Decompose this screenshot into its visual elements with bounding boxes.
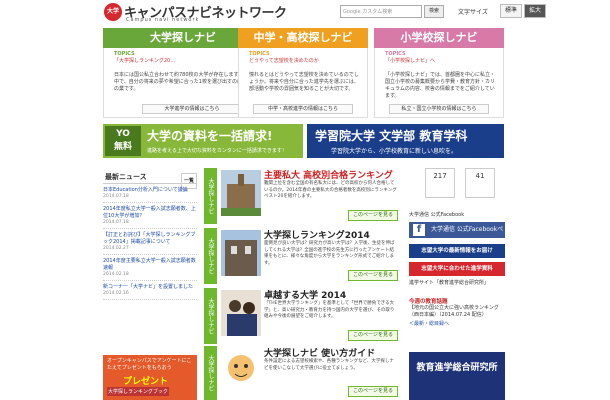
materials-link[interactable]: 志望大学に合わせた進学資料 [409, 262, 505, 276]
news-title[interactable]: 2014年度主要私立大学一般入試志願者数速報 [103, 258, 197, 272]
topics-label: TOPICS [385, 51, 406, 57]
feature-card: 大学探しナビ 卓越する大学 2014 「THE世界大学ランキング」を基準として「… [204, 288, 400, 344]
font-size-large-button[interactable]: 拡大 [524, 4, 546, 18]
news-title[interactable]: 【訂正とお詫び】「大学探しランキングブック2014」掲載記事について [103, 232, 197, 246]
feature-body: 「THE世界大学ランキング」を基準として「世界で勝負できる大学」と、高い研究力・… [264, 301, 395, 319]
feature-body: 難関上位を含む全国の有名私大には、どの高校から何人合格しているのか。2014年春… [264, 181, 397, 199]
feature-side-label: 大学探しナビ [204, 288, 217, 344]
banner-subtext: 進路を考える上で大切な資料をカンタンに一括請求できます！ [147, 148, 287, 154]
research-institute-banner[interactable]: 教育進学総合研究所 [409, 352, 505, 400]
banner-heading: 大学の資料を一括請求! [147, 129, 273, 143]
feature-body: 面倒見が良い大学は？研究力が高い大学は？入学後、生徒を伸ばしてくれる大学は？全国… [264, 241, 395, 266]
topic-link[interactable]: 「小学校探しナビ」へ [385, 58, 499, 65]
topic-desc: 「小学校探しナビ」では、首都圏を中心に私立・国立小学校の募集概要から学費・教育方… [385, 72, 496, 99]
nav-elementary-body: TOPICS 「小学校探しナビ」へ 「小学校探しナビ」では、首都圏を中心に私立・… [374, 48, 504, 118]
search-button[interactable]: 検索 [424, 5, 444, 18]
free-badge: YO 無料 [105, 126, 141, 156]
gakushuin-banner[interactable]: 学習院大学 文学部 教育学科 学習院大学から、小学校教育に新しい息吹を。 [307, 124, 504, 158]
highschool-info-link[interactable]: 中学・高校進学の情報はこちら [253, 104, 353, 114]
university-building-image [221, 170, 261, 216]
share-count[interactable]: 217 [425, 168, 455, 198]
like-count-value: 41 [475, 172, 485, 180]
feature-card: 大学探しナビ 大学探しランキング2014 面倒見が良い大学は？研究力が高い大学は… [204, 228, 400, 284]
font-size-standard-button[interactable]: 標準 [500, 4, 522, 18]
promo-cta: 大学探しランキングブック [107, 387, 169, 396]
feature-side-label: 大学探しナビ [204, 228, 217, 284]
promo-text: オープンキャンパスでアンケートにこたえてプレゼントをもらおう [107, 358, 192, 371]
badge-line1: YO [116, 129, 130, 139]
feature-body: 条件設定による志望校検索や、各種ランキングなど、大学探しナビを使いこなして大学選… [264, 359, 394, 371]
topic-link[interactable]: 「大学探しランキング20… [114, 58, 254, 65]
topics-label: TOPICS [249, 51, 270, 57]
badge-line2: 無料 [113, 142, 132, 152]
nav-highschool-title[interactable]: 中学・高校探しナビ [238, 28, 368, 48]
pickup-heading: 今週の教育話題 [409, 299, 448, 305]
topic-link[interactable]: どうやって志望校を決めたのか [249, 58, 363, 65]
logo-subtitle: Campus navi network [126, 17, 200, 23]
campus-image [221, 230, 261, 276]
view-page-button[interactable]: このページを見る [348, 270, 398, 281]
news-title[interactable]: 新コーナー「大学ナビ」を設置しました [103, 284, 197, 291]
feature-card: 大学探しナビ 大学探しナビ 使い方ガイド 条件設定による志望校検索や、各種ランキ… [204, 346, 400, 400]
feature-card: 大学探しナビ 主要私大 高校別合格ランキング 難関上位を含む全国の有名私大には、… [204, 168, 400, 224]
news-date: 2014.07.18 [103, 194, 129, 199]
document-request-banner[interactable]: YO 無料 大学の資料を一括請求! 進路を考える上で大切な資料をカンタンに一括請求… [103, 124, 303, 158]
news-date: 2014.02.18 [103, 272, 129, 277]
topic-desc: 憧れるとはどうやって志望校を決めているのでしょうか。将来や自分に合った進学先を選… [249, 72, 359, 92]
feature-title[interactable]: 卓越する大学 2014 [264, 288, 346, 301]
nav-highschool-body: TOPICS どうやって志望校を決めたのか 憧れるとはどうやって志望校を決めてい… [238, 48, 368, 118]
follow-label: 大学通信 公式Facebook [409, 212, 465, 218]
facebook-follow-text: 大学通信 公式Facebook [409, 212, 505, 219]
news-heading: 最新ニュース 一覧 [103, 170, 197, 189]
list-item[interactable]: 2014年度主要私立大学一般入試志願者数速報 2014.02.18 [103, 255, 197, 281]
like-count[interactable]: 41 [465, 168, 495, 198]
font-size-label: 文字サイズ [458, 9, 488, 16]
mascot-image [221, 348, 261, 394]
news-heading-text: 最新ニュース [105, 173, 147, 181]
pickup-block: 【地元の国公立大に強い高校ランキング（西日本編）（2014.07.24 配信） ＜… [409, 305, 505, 328]
pickup-link[interactable]: 【地元の国公立大に強い高校ランキング（西日本編）（2014.07.24 配信） [409, 305, 505, 319]
banner-subtext: 学習院大学から、小学校教育に新しい息吹を。 [331, 148, 458, 155]
list-item[interactable]: 【訂正とお詫び】「大学探しランキングブック2014」掲載記事について 2014.0… [103, 229, 197, 255]
students-image [221, 290, 261, 336]
site-header: 大学 キャンパスナビネットワーク Campus navi network Goo… [0, 0, 610, 24]
list-item[interactable]: 日本Education分析入門について議論 2014.07.18 [103, 184, 197, 203]
exam-site-text: 進学サイト「教育進学総合研究所」 [409, 280, 505, 287]
elementary-info-link[interactable]: 私立・国立小学校の情報はこちら [389, 104, 489, 114]
facebook-page-link[interactable]: f大学通信 公式Facebookページ [409, 222, 505, 249]
view-page-button[interactable]: このページを見る [348, 386, 398, 397]
news-date: 2014.07.18 [103, 220, 129, 225]
search-input[interactable]: Google カスタム検索 [340, 5, 422, 18]
view-page-button[interactable]: このページを見る [348, 330, 398, 341]
feature-title[interactable]: 大学探しナビ 使い方ガイド [264, 346, 375, 359]
news-title[interactable]: 2014年度私立大学一般入試志願者数、上位10大学が増加？ [103, 206, 197, 220]
promo-heading: プレゼント [123, 377, 169, 387]
news-date: 2014.02.27 [103, 246, 129, 251]
news-title[interactable]: 日本Education分析入門について議論 [103, 187, 197, 194]
latest-info-link[interactable]: 志望大学の最新情報をお届け [409, 244, 505, 258]
share-count-value: 217 [433, 172, 447, 180]
topic-desc: 日本には国公私立合わせて約780校の大学が存在します。その中で、自分の将来の夢や… [114, 72, 254, 92]
facebook-icon: f [413, 224, 425, 236]
view-page-button[interactable]: このページを見る [348, 210, 398, 221]
open-campus-promo[interactable]: オープンキャンパスでアンケートにこたえてプレゼントをもらおう プレゼント 大学探… [103, 355, 197, 400]
feature-side-label: 大学探しナビ [204, 346, 217, 400]
exam-label[interactable]: 進学サイト「教育進学総合研究所」 [409, 280, 505, 287]
university-info-link[interactable]: 大学進学の情報はこちら [142, 104, 242, 114]
pickup-more-link[interactable]: ＜最新・総目録へ [409, 321, 505, 328]
nav-elementary: 小学校探しナビ TOPICS 「小学校探しナビ」へ 「小学校探しナビ」では、首都… [374, 28, 504, 118]
feature-title[interactable]: 大学探しランキング2014 [264, 228, 370, 241]
list-item[interactable]: 新コーナー「大学ナビ」を設置しました 2014.02.16 [103, 281, 197, 300]
nav-highschool: 中学・高校探しナビ TOPICS どうやって志望校を決めたのか 憧れるとはどうや… [238, 28, 368, 118]
news-date: 2014.02.16 [103, 291, 129, 296]
topics-label: TOPICS [114, 51, 135, 57]
list-item[interactable]: 2014年度私立大学一般入試志願者数、上位10大学が増加？ 2014.07.18 [103, 203, 197, 229]
feature-side-label: 大学探しナビ [204, 168, 217, 224]
feature-title[interactable]: 主要私大 高校別合格ランキング [264, 168, 393, 181]
banner-heading: 学習院大学 文学部 教育学科 [315, 129, 468, 143]
logo-badge[interactable]: 大学 [104, 3, 122, 21]
nav-elementary-title[interactable]: 小学校探しナビ [374, 28, 504, 48]
